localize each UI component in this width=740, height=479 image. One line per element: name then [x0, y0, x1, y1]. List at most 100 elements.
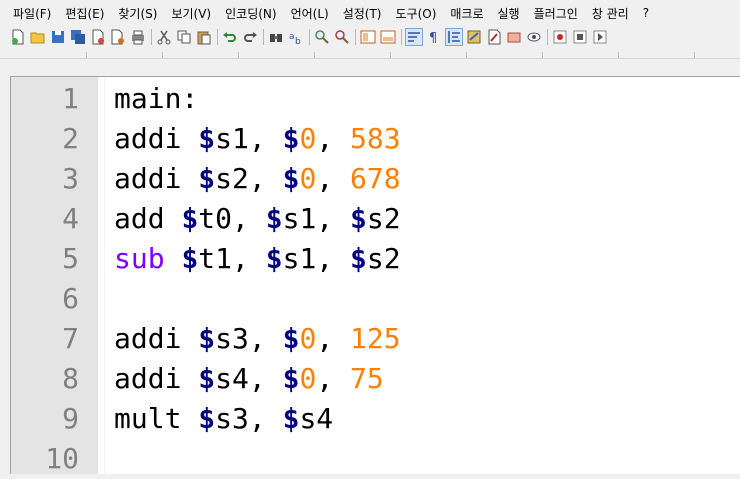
menu-language[interactable]: 언어(L)	[284, 5, 336, 22]
function-list-icon[interactable]	[506, 29, 522, 45]
word-wrap-icon[interactable]	[405, 28, 423, 46]
menu-encoding[interactable]: 인코딩(N)	[218, 5, 283, 22]
code-token-dollar: $	[282, 322, 300, 355]
code-token-plain: t1,	[198, 242, 266, 275]
show-all-chars-icon[interactable]: ¶	[426, 29, 442, 45]
close-all-icon[interactable]	[110, 29, 126, 45]
menu-window[interactable]: 창 관리	[585, 5, 636, 22]
line-number: 8	[62, 362, 79, 395]
record-macro-icon[interactable]	[552, 29, 568, 45]
code-line[interactable]: add $t0, $s1, $s2	[114, 199, 401, 239]
code-line[interactable]: mult $s3, $s4	[114, 399, 333, 439]
menu-run[interactable]: 실행	[491, 5, 527, 22]
fold-margin	[104, 77, 105, 474]
code-token-dollar: $	[181, 202, 199, 235]
code-token-plain: ,	[316, 322, 351, 355]
menu-help[interactable]: ?	[636, 6, 656, 20]
code-token-dollar: $	[282, 162, 300, 195]
code-token-dollar: $	[265, 242, 283, 275]
tab-strip	[0, 48, 740, 62]
menu-settings[interactable]: 설정(T)	[336, 5, 389, 22]
code-line[interactable]: addi $s3, $0, 125	[114, 319, 401, 359]
code-token-plain: t0,	[198, 202, 266, 235]
code-token-num: 583	[350, 122, 401, 155]
code-token-num: 75	[350, 362, 384, 395]
code-token-plain: addi	[114, 122, 199, 155]
menu-search[interactable]: 찾기(S)	[111, 5, 164, 22]
toolbar-separator	[355, 29, 356, 45]
code-line[interactable]: sub $t1, $s1, $s2	[114, 239, 401, 279]
code-token-dollar: $	[282, 362, 300, 395]
replace-icon[interactable]: ab	[288, 29, 304, 45]
close-icon[interactable]	[90, 29, 106, 45]
user-define-lang-icon[interactable]	[466, 29, 482, 45]
line-number: 2	[62, 122, 79, 155]
menu-view[interactable]: 보기(V)	[164, 5, 218, 22]
play-macro-icon[interactable]	[592, 29, 608, 45]
menu-edit[interactable]: 편집(E)	[58, 5, 111, 22]
code-token-dollar: $	[350, 242, 367, 275]
code-token-plain: addi	[114, 322, 199, 355]
code-line[interactable]: main:	[114, 79, 198, 119]
menu-macro[interactable]: 매크로	[443, 5, 490, 22]
svg-text:b: b	[295, 37, 301, 45]
zoom-out-icon[interactable]	[334, 29, 350, 45]
code-token-num: 0	[299, 322, 317, 355]
print-icon[interactable]	[130, 29, 146, 45]
copy-icon[interactable]	[176, 29, 192, 45]
code-token-plain: s2	[366, 242, 401, 275]
undo-icon[interactable]	[222, 29, 238, 45]
new-file-icon[interactable]	[10, 29, 26, 45]
zoom-in-icon[interactable]	[314, 29, 330, 45]
line-number: 5	[62, 242, 79, 275]
indent-guide-icon[interactable]	[445, 28, 463, 46]
sync-vertical-icon[interactable]	[360, 29, 376, 45]
stop-record-icon[interactable]	[572, 29, 588, 45]
code-line[interactable]: addi $s2, $0, 678	[114, 159, 401, 199]
code-line[interactable]: addi $s1, $0, 583	[114, 119, 401, 159]
code-token-plain: s2,	[215, 162, 283, 195]
svg-text:¶: ¶	[429, 31, 437, 45]
code-token-dollar: $	[198, 122, 216, 155]
line-number: 7	[62, 322, 79, 355]
code-token-dollar: $	[282, 122, 300, 155]
save-icon[interactable]	[50, 29, 66, 45]
code-editor[interactable]: 1 2 3 4 5 6 7 8 9 10 main: addi $s1, $0, …	[10, 76, 740, 475]
open-file-icon[interactable]	[30, 29, 46, 45]
code-token-num: 0	[299, 362, 317, 395]
line-number-gutter: 1 2 3 4 5 6 7 8 9 10	[11, 77, 98, 475]
code-line[interactable]: addi $s4, $0, 75	[114, 359, 384, 399]
toolbar-separator	[547, 29, 548, 45]
code-token-plain: addi	[114, 162, 199, 195]
code-token-num: 0	[299, 122, 317, 155]
code-token-plain: s1,	[215, 122, 283, 155]
doc-map-icon[interactable]	[486, 29, 502, 45]
save-all-icon[interactable]	[70, 29, 86, 45]
code-token-plain: s1,	[282, 202, 351, 235]
tab-baseline	[0, 58, 740, 59]
toolbar-separator	[401, 29, 402, 45]
line-number: 6	[62, 282, 79, 315]
cut-icon[interactable]	[156, 29, 172, 45]
toolbar: ab ¶	[0, 26, 740, 48]
sync-horizontal-icon[interactable]	[380, 29, 396, 45]
toolbar-separator	[309, 29, 310, 45]
code-token-plain: s1,	[282, 242, 351, 275]
code-token-plain: main:	[114, 82, 199, 115]
folder-workspace-icon[interactable]	[526, 29, 542, 45]
toolbar-separator	[151, 29, 152, 45]
toolbar-separator	[263, 29, 264, 45]
menu-tools[interactable]: 도구(O)	[389, 5, 444, 22]
redo-icon[interactable]	[242, 29, 258, 45]
code-token-dollar: $	[282, 402, 300, 435]
menu-file[interactable]: 파일(F)	[0, 5, 58, 22]
code-token-plain: ,	[316, 162, 351, 195]
find-icon[interactable]	[268, 29, 284, 45]
code-token-dollar: $	[198, 362, 216, 395]
code-token-plain: s3,	[215, 322, 283, 355]
menu-plugins[interactable]: 플러그인	[527, 5, 585, 22]
line-number: 3	[62, 162, 79, 195]
code-token-plain: mult	[114, 402, 199, 435]
paste-icon[interactable]	[196, 29, 212, 45]
